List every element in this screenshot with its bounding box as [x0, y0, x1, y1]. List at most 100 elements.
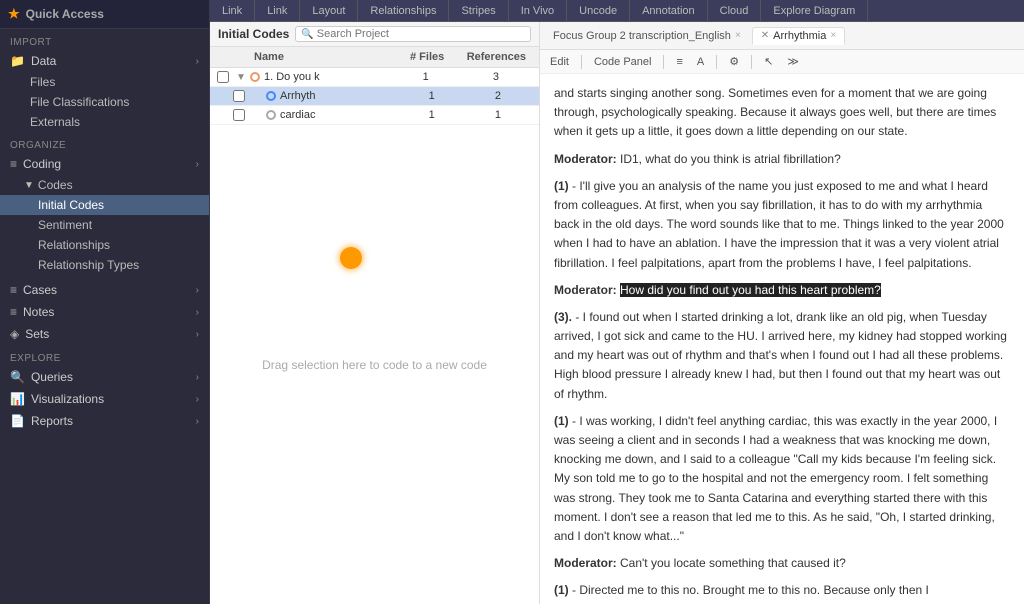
code-row-cardiac[interactable]: cardiac 1 1 [210, 106, 539, 125]
toolbar-separator-1 [581, 55, 582, 69]
text-body-3: - I'll give you an analysis of the name … [554, 179, 1004, 270]
tab-layout[interactable]: Layout [300, 0, 358, 21]
codes-pane-title: Initial Codes [218, 27, 289, 41]
tab-link2[interactable]: Link [255, 0, 300, 21]
sidebar-item-viz-label: Visualizations [31, 392, 104, 406]
notes-icon: ≡ [10, 305, 17, 319]
organize-section-label: ORGANIZE [0, 132, 209, 153]
tab-link1[interactable]: Link [210, 0, 255, 21]
toolbar-extra[interactable]: ≫ [783, 54, 803, 69]
sidebar-item-visualizations[interactable]: 📊 Visualizations › [0, 388, 209, 410]
sidebar-item-externals-label: Externals [30, 115, 80, 129]
toolbar-align[interactable]: ≡ [672, 55, 686, 69]
sidebar-item-data[interactable]: 📁 Data › [0, 50, 209, 72]
code-panel-button[interactable]: Code Panel [590, 55, 656, 69]
tab-arrhythmia[interactable]: ✕ Arrhythmia × [752, 27, 845, 45]
sidebar-item-data-label: Data [31, 54, 56, 68]
text-body-6: - I was working, I didn't feel anything … [554, 414, 997, 543]
sidebar-item-coding[interactable]: ≡ Coding › [0, 153, 209, 175]
code-checkbox-cardiac[interactable] [233, 109, 245, 121]
toolbar-cursor[interactable]: ↖ [760, 54, 777, 69]
edit-button[interactable]: Edit [546, 55, 573, 69]
code-circle-do-you-k [250, 72, 260, 82]
sidebar-item-queries[interactable]: 🔍 Queries › [0, 366, 209, 388]
top-tabs-bar: Link Link Layout Relationships Stripes I… [210, 0, 1024, 22]
code-label-do-you-k: 1. Do you k [264, 71, 320, 83]
tab-arrhythmia-close[interactable]: × [830, 30, 836, 41]
tab-explore-diagram[interactable]: Explore Diagram [761, 0, 868, 21]
sidebar-item-coding-label: Coding [23, 157, 61, 171]
tab-uncode[interactable]: Uncode [567, 0, 630, 21]
import-section-label: IMPORT [0, 29, 209, 50]
sidebar-item-files[interactable]: Files [0, 72, 209, 92]
col-header-references: References [462, 51, 531, 63]
tab-stripes[interactable]: Stripes [449, 0, 508, 21]
reports-chevron: › [196, 416, 199, 427]
sidebar-item-sets[interactable]: ◈ Sets › [0, 323, 209, 345]
content-area: Initial Codes 🔍 Name # Files References … [210, 22, 1024, 604]
sidebar-item-cases[interactable]: ≡ Cases › [0, 279, 209, 301]
code-checkbox-do-you-k[interactable] [217, 71, 229, 83]
sets-icon: ◈ [10, 327, 19, 341]
toolbar-font[interactable]: A [693, 55, 708, 69]
sidebar-item-file-classifications[interactable]: File Classifications [0, 92, 209, 112]
toolbar-gear[interactable]: ⚙ [725, 54, 743, 69]
sidebar-item-sentiment-label: Sentiment [38, 218, 92, 232]
toolbar-separator-4 [751, 55, 752, 69]
sidebar-item-sentiment[interactable]: Sentiment [0, 215, 209, 235]
sidebar-item-notes[interactable]: ≡ Notes › [0, 301, 209, 323]
text-paragraph-7: Moderator: Can't you locate something th… [554, 554, 1010, 573]
speaker-num-5: (3). [554, 310, 572, 324]
sidebar-item-codes[interactable]: ▼ Codes [0, 175, 209, 195]
drag-hint: Drag selection here to code to a new cod… [210, 125, 539, 604]
code-circle-arrhyth [266, 91, 276, 101]
code-checkbox-arrhyth[interactable] [233, 90, 245, 102]
text-paragraph-8: (1) - Directed me to this no. Brought me… [554, 581, 1010, 600]
tab-annotation[interactable]: Annotation [630, 0, 708, 21]
tab-focus-group[interactable]: Focus Group 2 transcription_English × [544, 27, 750, 45]
tab-in-vivo[interactable]: In Vivo [509, 0, 567, 21]
code-label-arrhyth: Arrhyth [280, 90, 315, 102]
col-header-name: Name [254, 51, 393, 63]
cases-chevron: › [196, 285, 199, 296]
sidebar-item-relationship-types[interactable]: Relationship Types [0, 255, 209, 275]
moderator-label-4: Moderator: [554, 283, 617, 297]
coding-icon: ≡ [10, 157, 17, 171]
explore-section-label: EXPLORE [0, 345, 209, 366]
moderator-label-2: Moderator: [554, 152, 617, 166]
sidebar-item-reports[interactable]: 📄 Reports › [0, 410, 209, 432]
search-input[interactable] [317, 28, 525, 40]
tab-cloud[interactable]: Cloud [708, 0, 762, 21]
code-refs-do-you-k: 3 [461, 71, 531, 83]
notes-chevron: › [196, 307, 199, 318]
code-row-arrhyth[interactable]: Arrhyth 1 2 [210, 87, 539, 106]
sidebar-item-queries-label: Queries [31, 370, 73, 384]
highlighted-text-4: How did you find out you had this heart … [620, 283, 881, 297]
sets-chevron: › [196, 329, 199, 340]
sidebar-item-relationships[interactable]: Relationships [0, 235, 209, 255]
sidebar-item-codes-label: Codes [38, 178, 73, 192]
speaker-num-3: (1) [554, 179, 569, 193]
sidebar: ★ Quick Access IMPORT 📁 Data › Files Fil… [0, 0, 210, 604]
sidebar-item-ic-label: Initial Codes [38, 198, 104, 212]
data-chevron: › [196, 56, 199, 67]
viz-icon: 📊 [10, 392, 25, 406]
sidebar-item-externals[interactable]: Externals [0, 112, 209, 132]
sidebar-item-fc-label: File Classifications [30, 95, 129, 109]
sidebar-item-initial-codes[interactable]: Initial Codes [0, 195, 209, 215]
codes-table-header: Name # Files References [210, 47, 539, 68]
codes-search-box[interactable]: 🔍 [295, 26, 531, 42]
tab-fg-label: Focus Group 2 transcription_English [553, 30, 731, 42]
codes-pane: Initial Codes 🔍 Name # Files References … [210, 22, 540, 604]
code-row-do-you-k[interactable]: ▼ 1. Do you k 1 3 [210, 68, 539, 87]
tab-relationships[interactable]: Relationships [358, 0, 449, 21]
text-pane: Focus Group 2 transcription_English × ✕ … [540, 22, 1024, 604]
quick-access-label: Quick Access [26, 7, 104, 21]
text-body-5: - I found out when I started drinking a … [554, 310, 1007, 401]
main-area: Link Link Layout Relationships Stripes I… [210, 0, 1024, 604]
code-files-cardiac: 1 [399, 109, 465, 121]
text-paragraph-6: (1) - I was working, I didn't feel anyth… [554, 412, 1010, 546]
code-refs-arrhyth: 2 [465, 90, 531, 102]
tab-arrhythmia-label: Arrhythmia [773, 30, 826, 42]
tab-fg-close[interactable]: × [735, 30, 741, 41]
